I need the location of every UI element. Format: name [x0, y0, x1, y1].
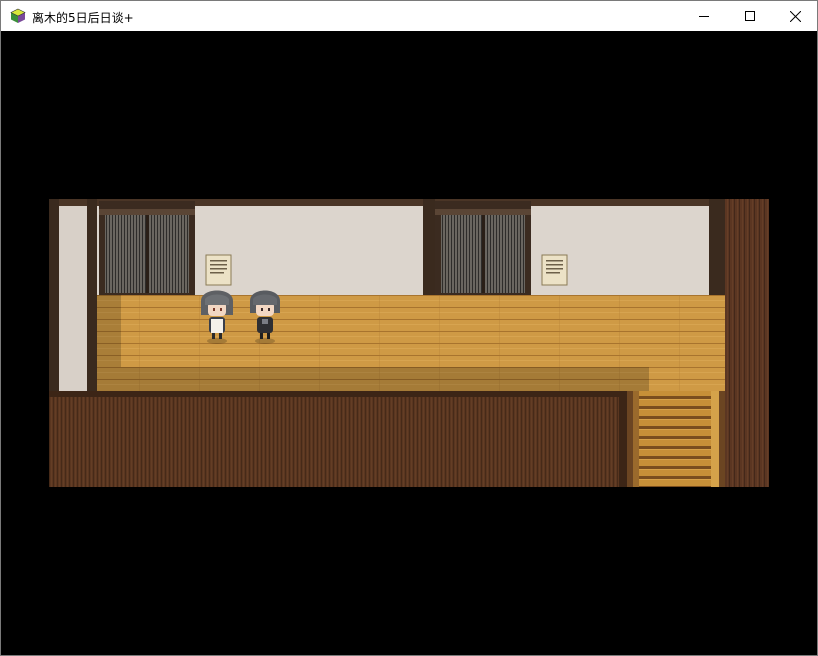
close-button[interactable]	[772, 1, 818, 31]
maximize-button[interactable]	[727, 1, 773, 31]
wall-notice-2[interactable]	[541, 254, 568, 286]
game-window: 离木的5日后日谈+	[0, 0, 818, 656]
stair-rail-right	[711, 391, 719, 487]
floor-shadow-bottom	[97, 367, 649, 391]
wall-notice-1[interactable]	[205, 254, 232, 286]
left-wall	[59, 206, 87, 391]
left-pillar-outer	[49, 199, 59, 391]
floor-shadow-left	[97, 295, 121, 367]
close-icon	[789, 10, 801, 22]
minimize-icon	[699, 16, 709, 17]
app-icon	[10, 8, 26, 23]
right-wall	[725, 199, 769, 487]
game-map[interactable]	[49, 199, 769, 487]
title-bar[interactable]: 离木的5日后日谈+	[1, 1, 817, 31]
staircase[interactable]	[639, 391, 711, 487]
game-viewport[interactable]	[1, 31, 817, 655]
left-pillar-inner	[87, 199, 97, 391]
window-title: 离木的5日后日谈+	[32, 11, 134, 25]
right-pillar	[709, 199, 725, 295]
lower-wall-top-edge	[49, 391, 625, 397]
stair-rail-left	[633, 391, 639, 487]
sliding-door-left[interactable]	[99, 201, 195, 295]
minimize-button[interactable]	[681, 1, 727, 31]
lower-wall-right-edge	[619, 391, 627, 487]
sliding-door-right[interactable]	[435, 201, 531, 295]
middle-pillar	[423, 199, 435, 295]
maximize-icon	[745, 11, 755, 21]
lower-wall	[49, 391, 625, 487]
